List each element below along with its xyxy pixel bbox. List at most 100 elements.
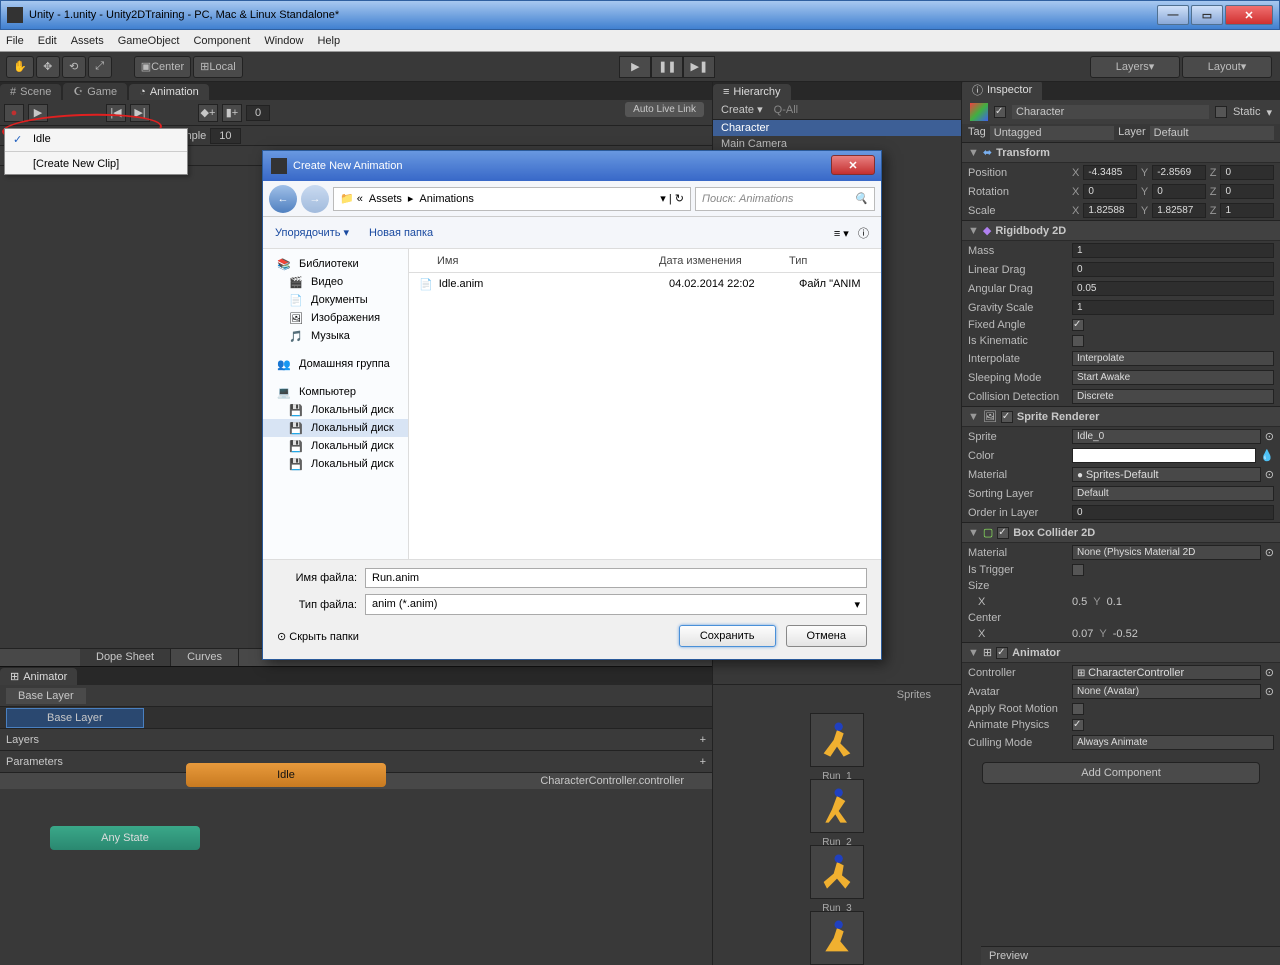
organize-button[interactable]: Упорядочить ▾ [275, 226, 349, 239]
gravity-field[interactable]: 1 [1072, 300, 1274, 315]
pos-y[interactable]: -2.8569 [1152, 165, 1206, 180]
tab-scene[interactable]: # Scene [0, 84, 61, 100]
add-key-button[interactable]: ◆+ [198, 104, 218, 122]
sprite-run4[interactable] [810, 911, 864, 965]
prev-key-button[interactable]: |◀ [106, 104, 126, 122]
size-y[interactable]: 0.1 [1107, 596, 1122, 608]
tree-disk2[interactable]: 💾Локальный диск [263, 419, 408, 437]
dialog-search[interactable]: Поиск: Animations🔍 [695, 187, 875, 211]
fixedangle-checkbox[interactable] [1072, 319, 1084, 331]
center-x[interactable]: 0.07 [1072, 628, 1093, 640]
tab-game[interactable]: ☪ Game [63, 83, 127, 100]
angulardrag-field[interactable]: 0.05 [1072, 281, 1274, 296]
menu-window[interactable]: Window [264, 35, 303, 47]
menu-component[interactable]: Component [193, 35, 250, 47]
hierarchy-create[interactable]: Create [721, 104, 754, 116]
menu-assets[interactable]: Assets [71, 35, 104, 47]
tree-disk3[interactable]: 💾Локальный диск [263, 437, 408, 455]
pivot-local[interactable]: ⊞ Local [193, 56, 243, 78]
scale-z[interactable]: 1 [1220, 203, 1274, 218]
filetype-dropdown[interactable]: anim (*.anim)▾ [365, 594, 867, 615]
tree-video[interactable]: 🎬Видео [263, 273, 408, 291]
dialog-close-button[interactable]: ✕ [831, 155, 875, 175]
tree-homegroup[interactable]: 👥Домашняя группа [263, 355, 408, 373]
dopesheet-button[interactable]: Dope Sheet [80, 649, 171, 666]
tree-documents[interactable]: 📄Документы [263, 291, 408, 309]
close-button[interactable]: ✕ [1225, 5, 1273, 25]
tree-music[interactable]: 🎵Музыка [263, 327, 408, 345]
rot-y[interactable]: 0 [1152, 184, 1206, 199]
rot-z[interactable]: 0 [1220, 184, 1274, 199]
animatephysics-checkbox[interactable] [1072, 719, 1084, 731]
active-checkbox[interactable] [994, 106, 1006, 118]
scale-x[interactable]: 1.82588 [1083, 203, 1137, 218]
hierarchy-character[interactable]: Character [713, 120, 961, 136]
layers-dropdown[interactable]: Layers ▾ [1090, 56, 1180, 78]
maximize-button[interactable]: ▭ [1191, 5, 1223, 25]
tree-images[interactable]: 🖼Изображения [263, 309, 408, 327]
tab-hierarchy[interactable]: ≡ Hierarchy [713, 84, 791, 100]
tree-disk4[interactable]: 💾Локальный диск [263, 455, 408, 473]
pause-button[interactable]: ❚❚ [651, 56, 683, 78]
tag-dropdown[interactable]: Untagged [990, 126, 1114, 140]
menu-gameobject[interactable]: GameObject [118, 35, 180, 47]
hierarchy-search[interactable]: Q-All [774, 104, 798, 116]
move-tool[interactable]: ✥ [36, 56, 60, 78]
layer-dropdown[interactable]: Default [1150, 126, 1274, 140]
auto-live-link[interactable]: Auto Live Link [625, 102, 704, 117]
pos-z[interactable]: 0 [1220, 165, 1274, 180]
nav-back-button[interactable]: ← [269, 185, 297, 213]
sleep-dropdown[interactable]: Start Awake [1072, 370, 1274, 385]
tree-computer[interactable]: 💻Компьютер [263, 383, 408, 401]
size-x[interactable]: 0.5 [1072, 596, 1087, 608]
filename-input[interactable] [365, 568, 867, 588]
play-button[interactable]: ▶ [619, 56, 651, 78]
material-field[interactable]: ● Sprites-Default [1072, 467, 1261, 482]
sprite-run3[interactable]: Run_3 [810, 845, 864, 899]
step-button[interactable]: ▶❚ [683, 56, 715, 78]
kinematic-checkbox[interactable] [1072, 335, 1084, 347]
tab-animation[interactable]: ◔ Animation [129, 84, 209, 100]
sprite-field[interactable]: Idle_0 [1072, 429, 1261, 444]
breadcrumb[interactable]: 📁 « Assets ▸ Animations ▾ | ↻ [333, 187, 691, 211]
collision-dropdown[interactable]: Discrete [1072, 389, 1274, 404]
anim-play-button[interactable]: ▶ [28, 104, 48, 122]
menu-help[interactable]: Help [317, 35, 340, 47]
tab-animator[interactable]: ⊞ Animator [0, 668, 77, 685]
menu-edit[interactable]: Edit [38, 35, 57, 47]
menu-file[interactable]: File [6, 35, 24, 47]
dropdown-idle[interactable]: Idle [5, 129, 187, 149]
tree-disk1[interactable]: 💾Локальный диск [263, 401, 408, 419]
hide-folders[interactable]: ⊙ Скрыть папки [277, 630, 359, 643]
avatar-field[interactable]: None (Avatar) [1072, 684, 1261, 699]
scale-y[interactable]: 1.82587 [1152, 203, 1206, 218]
hand-tool[interactable]: ✋ [6, 56, 34, 78]
cullmode-dropdown[interactable]: Always Animate [1072, 735, 1274, 750]
sprite-run1[interactable]: Run_1 [810, 713, 864, 767]
add-event-button[interactable]: ▮+ [222, 104, 242, 122]
frame-field[interactable]: 0 [246, 105, 270, 121]
layout-dropdown[interactable]: Layout ▾ [1182, 56, 1272, 78]
object-name[interactable]: Character [1012, 105, 1209, 119]
rootmotion-checkbox[interactable] [1072, 703, 1084, 715]
sample-field[interactable]: 10 [210, 128, 240, 144]
rot-x[interactable]: 0 [1083, 184, 1137, 199]
pos-x[interactable]: -4.3485 [1083, 165, 1137, 180]
scale-tool[interactable]: ⤢ [88, 56, 112, 78]
cancel-button[interactable]: Отмена [786, 625, 867, 647]
animator-baselayer-row[interactable]: Base Layer [0, 707, 712, 729]
record-button[interactable]: ● [4, 104, 24, 122]
pivot-center[interactable]: ▣ Center [134, 56, 191, 78]
tab-inspector[interactable]: ⓘ Inspector [962, 82, 1042, 100]
lineardrag-field[interactable]: 0 [1072, 262, 1274, 277]
node-idle[interactable]: Idle [186, 763, 386, 787]
order-field[interactable]: 0 [1072, 505, 1274, 520]
sprite-run2[interactable]: Run_2 [810, 779, 864, 833]
center-y[interactable]: -0.52 [1113, 628, 1138, 640]
mass-field[interactable]: 1 [1072, 243, 1274, 258]
interpolate-dropdown[interactable]: Interpolate [1072, 351, 1274, 366]
node-anystate[interactable]: Any State [50, 826, 200, 850]
animator-layers-row[interactable]: Layers+ [0, 729, 712, 751]
static-checkbox[interactable] [1215, 106, 1227, 118]
rotate-tool[interactable]: ⟲ [62, 56, 86, 78]
